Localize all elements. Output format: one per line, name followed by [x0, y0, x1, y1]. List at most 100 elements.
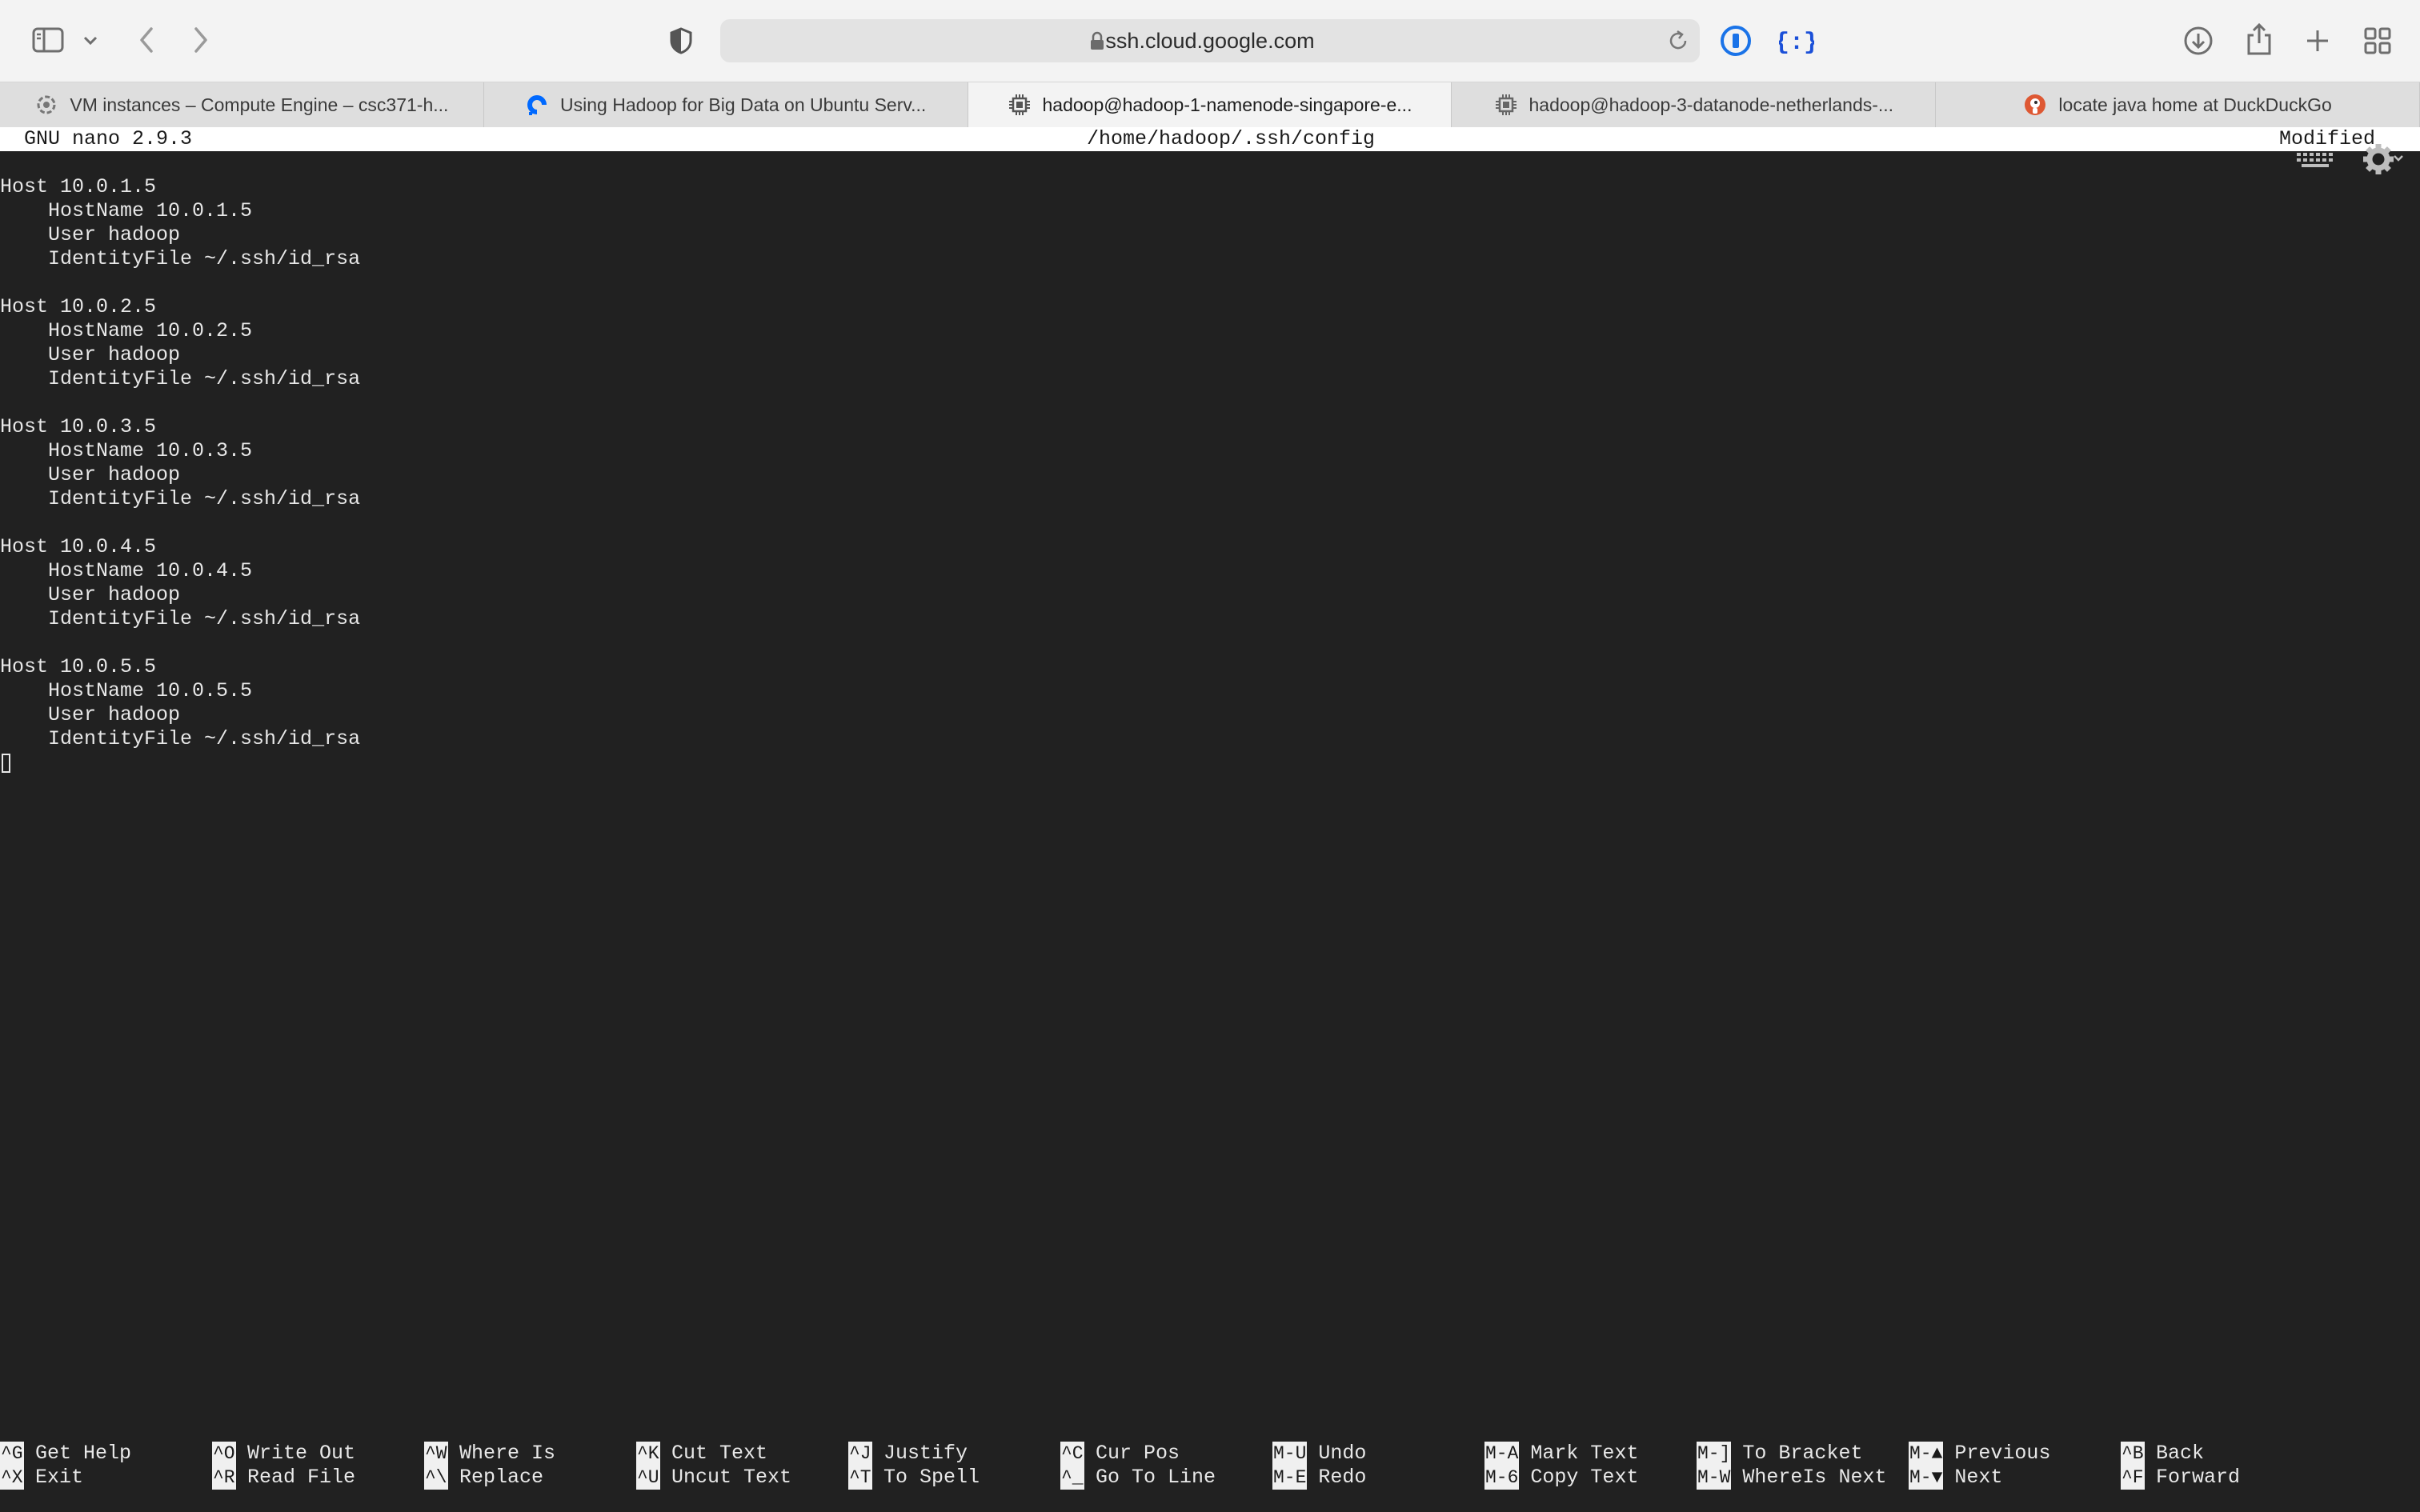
shortcut-justify[interactable]: ^J Justify	[848, 1442, 968, 1466]
shortcut-replace[interactable]: ^\ Replace	[424, 1466, 543, 1490]
shortcut-key: ^\	[424, 1466, 448, 1490]
shortcut-key: ^C	[1060, 1442, 1084, 1466]
back-arrow-icon[interactable]	[133, 24, 160, 56]
chevron-down-icon[interactable]	[80, 29, 101, 53]
settings-gear-icon[interactable]	[2361, 142, 2404, 177]
shortcut-label: Forward	[2156, 1466, 2241, 1489]
shortcut-key: M-▼	[1909, 1466, 1944, 1490]
shortcut-exit[interactable]: ^X Exit	[0, 1466, 83, 1490]
shortcut-label: Read File	[247, 1466, 356, 1489]
shortcut-key: ^G	[0, 1442, 24, 1466]
shortcut-label: Justify	[883, 1442, 968, 1465]
shortcut-key: ^_	[1060, 1466, 1084, 1490]
new-tab-icon[interactable]	[2302, 24, 2334, 58]
forward-arrow-icon[interactable]	[187, 24, 214, 56]
shortcut-label: Exit	[35, 1466, 84, 1489]
shortcut-key: M-W	[1697, 1466, 1732, 1490]
url-text[interactable]: ssh.cloud.google.com	[720, 19, 1700, 62]
shortcut-label: Uncut Text	[671, 1466, 792, 1489]
nano-version: GNU nano 2.9.3	[24, 127, 193, 150]
shortcut-previous[interactable]: M-▲ Previous	[1909, 1442, 2050, 1466]
svg-text:{:}: {:}	[1779, 30, 1814, 56]
shortcut-label: Replace	[459, 1466, 544, 1489]
download-icon[interactable]	[2182, 24, 2215, 58]
shortcut-label: Redo	[1318, 1466, 1367, 1489]
tab-title: Using Hadoop for Big Data on Ubuntu Serv…	[560, 94, 927, 115]
shortcut-uncut-text[interactable]: ^U Uncut Text	[636, 1466, 791, 1490]
shortcut-label: WhereIs Next	[1742, 1466, 1887, 1489]
shortcut-cur-pos[interactable]: ^C Cur Pos	[1060, 1442, 1180, 1466]
gcp-icon	[34, 93, 58, 117]
shortcut-label: Where Is	[459, 1442, 556, 1465]
shortcut-label: Next	[1954, 1466, 2003, 1489]
share-icon[interactable]	[2242, 21, 2276, 58]
ssh-config-text[interactable]: Host 10.0.1.5 HostName 10.0.1.5 User had…	[0, 175, 360, 751]
shortcut-go-to-line[interactable]: ^_ Go To Line	[1060, 1466, 1216, 1490]
keyboard-icon[interactable]	[2295, 151, 2335, 169]
shortcut-where-is[interactable]: ^W Where Is	[424, 1442, 555, 1466]
shortcut-key: M-A	[1484, 1442, 1520, 1466]
json-extension-icon[interactable]: {:}	[1778, 24, 1815, 58]
tab-title: hadoop@hadoop-3-datanode-netherlands-...	[1529, 94, 1894, 115]
privacy-shield-icon[interactable]	[667, 26, 695, 56]
shortcut-label: Write Out	[247, 1442, 356, 1465]
shortcut-key: ^B	[2121, 1442, 2145, 1466]
shortcut-key: M-]	[1697, 1442, 1732, 1466]
shortcut-read-file[interactable]: ^R Read File	[212, 1466, 355, 1490]
shortcut-key: ^U	[636, 1466, 660, 1490]
shortcut-key: ^O	[212, 1442, 236, 1466]
shortcut-label: Cur Pos	[1096, 1442, 1180, 1465]
reload-icon[interactable]	[1666, 29, 1690, 53]
shortcut-forward[interactable]: ^F Forward	[2121, 1466, 2240, 1490]
shortcut-write-out[interactable]: ^O Write Out	[212, 1442, 355, 1466]
lock-icon	[1090, 31, 1104, 50]
shortcut-key: ^J	[848, 1442, 872, 1466]
shortcut-whereis-next[interactable]: M-W WhereIs Next	[1697, 1466, 1886, 1490]
tab-datanode-ssh[interactable]: hadoop@hadoop-3-datanode-netherlands-...	[1452, 82, 1937, 127]
tab-hadoop-guide[interactable]: Using Hadoop for Big Data on Ubuntu Serv…	[484, 82, 968, 127]
shortcut-label: Undo	[1318, 1442, 1367, 1465]
shortcut-key: ^X	[0, 1466, 24, 1490]
shortcut-next[interactable]: M-▼ Next	[1909, 1466, 2002, 1490]
shortcut-label: Back	[2156, 1442, 2205, 1465]
shortcut-get-help[interactable]: ^G Get Help	[0, 1442, 131, 1466]
shortcut-label: Mark Text	[1530, 1442, 1639, 1465]
shortcut-key: M-▲	[1909, 1442, 1944, 1466]
text-cursor	[2, 754, 10, 773]
tab-vm-instances[interactable]: VM instances – Compute Engine – csc371-h…	[0, 82, 484, 127]
shortcut-copy-text[interactable]: M-6 Copy Text	[1484, 1466, 1638, 1490]
password-manager-icon[interactable]	[1719, 24, 1753, 58]
shortcut-cut-text[interactable]: ^K Cut Text	[636, 1442, 767, 1466]
shortcut-undo[interactable]: M-U Undo	[1272, 1442, 1366, 1466]
tab-title: VM instances – Compute Engine – csc371-h…	[70, 94, 449, 115]
shortcut-label: Copy Text	[1530, 1466, 1639, 1489]
terminal-window[interactable]: GNU nano 2.9.3 /home/hadoop/.ssh/config …	[0, 127, 2420, 1512]
nano-title-bar: GNU nano 2.9.3 /home/hadoop/.ssh/config …	[0, 127, 2420, 151]
browser-toolbar: ssh.cloud.google.com {:}	[0, 0, 2420, 82]
shortcut-back[interactable]: ^B Back	[2121, 1442, 2204, 1466]
tab-title: locate java home at DuckDuckGo	[2058, 94, 2332, 115]
shortcut-to-bracket[interactable]: M-] To Bracket	[1697, 1442, 1862, 1466]
shortcut-mark-text[interactable]: M-A Mark Text	[1484, 1442, 1638, 1466]
shortcut-to-spell[interactable]: ^T To Spell	[848, 1466, 980, 1490]
tab-duckduckgo[interactable]: locate java home at DuckDuckGo	[1936, 82, 2420, 127]
duckduckgo-icon	[2023, 93, 2047, 117]
shortcut-label: To Spell	[883, 1466, 980, 1489]
shortcut-key: ^T	[848, 1466, 872, 1490]
address-bar[interactable]: ssh.cloud.google.com	[720, 19, 1700, 62]
tab-bar: VM instances – Compute Engine – csc371-h…	[0, 82, 2420, 127]
shortcut-redo[interactable]: M-E Redo	[1272, 1466, 1366, 1490]
digitalocean-icon	[525, 93, 549, 117]
shortcut-key: M-6	[1484, 1466, 1520, 1490]
chip-icon	[1494, 93, 1518, 117]
shortcut-key: ^W	[424, 1442, 448, 1466]
shortcut-key: M-U	[1272, 1442, 1308, 1466]
tab-title: hadoop@hadoop-1-namenode-singapore-e...	[1042, 94, 1412, 115]
chip-icon	[1008, 93, 1032, 117]
shortcut-label: To Bracket	[1742, 1442, 1863, 1465]
shortcut-label: Go To Line	[1096, 1466, 1216, 1489]
tab-overview-icon[interactable]	[2361, 24, 2394, 58]
shortcut-key: ^R	[212, 1466, 236, 1490]
sidebar-toggle-icon[interactable]	[30, 24, 66, 56]
tab-namenode-ssh[interactable]: hadoop@hadoop-1-namenode-singapore-e...	[968, 82, 1452, 127]
